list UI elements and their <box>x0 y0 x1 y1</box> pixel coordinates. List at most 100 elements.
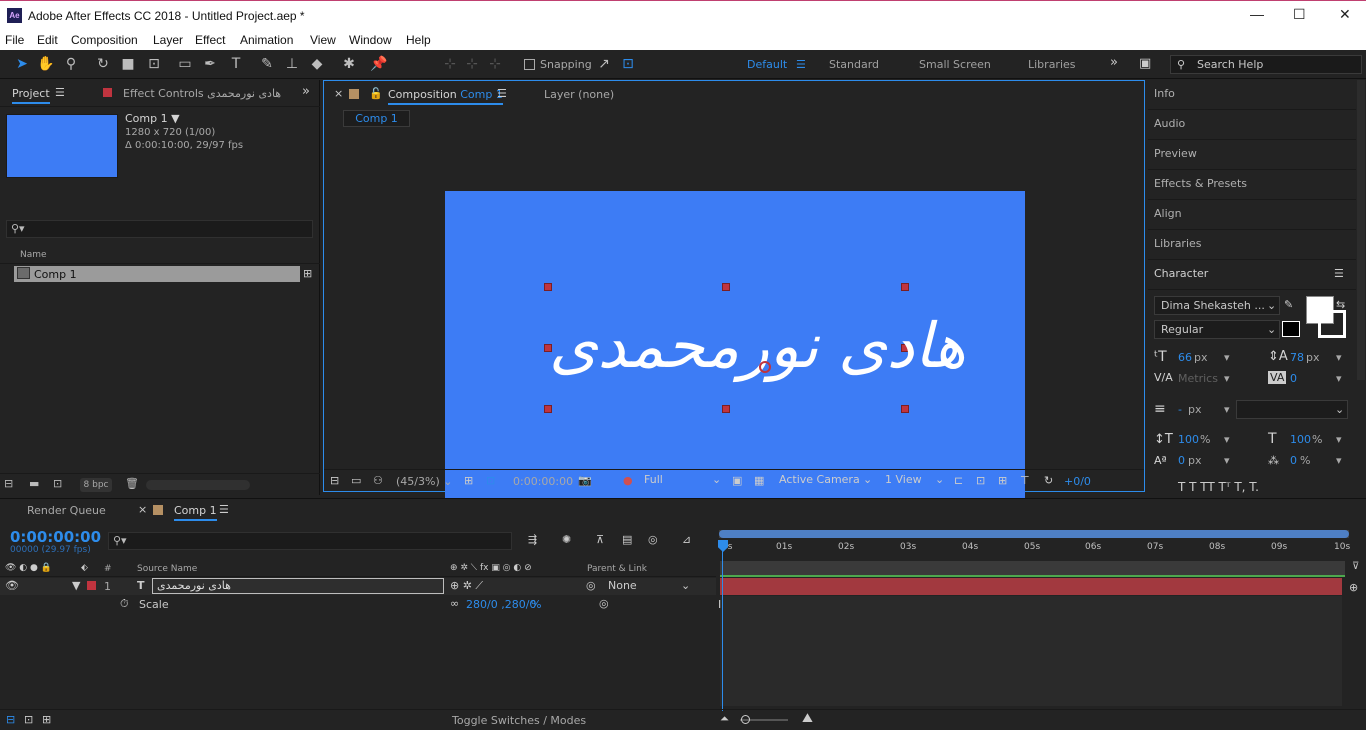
bpc-button[interactable]: 8 bpc <box>80 478 112 492</box>
parent-dropdown[interactable]: None ⌄ <box>608 579 692 594</box>
layer-duration-bar[interactable] <box>720 578 1342 595</box>
workspace-libraries[interactable]: Libraries <box>1028 58 1076 71</box>
fast-preview-icon[interactable]: ▣ <box>732 474 742 487</box>
stroke-color-swatch[interactable] <box>1318 310 1346 338</box>
more-workspaces-icon[interactable]: » <box>1110 55 1118 70</box>
roto-brush-tool-icon[interactable]: ✱ <box>340 55 358 73</box>
fast-preview-icon-2[interactable]: ⊡ <box>976 474 985 487</box>
snap-edges-icon[interactable]: ↗ <box>595 55 613 73</box>
region-of-interest-icon[interactable]: ⊞ <box>464 474 473 487</box>
axis-world-icon[interactable]: ⊹ <box>463 55 481 73</box>
shy-layers-icon[interactable]: ⊼ <box>596 533 604 546</box>
eyedropper-icon[interactable]: ✎ <box>1284 298 1293 311</box>
tab-timeline-comp[interactable]: Comp 1 <box>174 504 217 521</box>
comp-marker-icon[interactable]: ⊽ <box>1352 561 1362 573</box>
menu-animation[interactable]: Animation <box>240 33 293 47</box>
visibility-eye-icon[interactable]: 👁 <box>5 579 19 592</box>
tab-render-queue[interactable]: Render Queue <box>27 504 106 517</box>
baseline-shift-dropdown-icon[interactable]: ▾ <box>1224 454 1230 467</box>
menu-effect[interactable]: Effect <box>195 33 225 47</box>
zoom-in-icon[interactable]: ⛰ <box>802 711 813 726</box>
horizontal-scale-dropdown-icon[interactable]: ▾ <box>1336 433 1342 446</box>
tab-project[interactable]: Project <box>12 87 50 104</box>
timeline-search-input[interactable]: ⚲▾ <box>108 532 512 550</box>
new-folder-icon[interactable]: ▬ <box>29 477 39 490</box>
layer-name-field[interactable]: هادی نورمحمدی <box>152 578 444 594</box>
scale-value[interactable]: 280/0 ,280/0 <box>466 598 536 611</box>
font-size-value[interactable]: 66 <box>1178 351 1192 364</box>
label-column-icon[interactable]: ⬖ <box>81 563 88 573</box>
show-channel-icon[interactable]: ● <box>623 474 633 487</box>
timeline-track-area[interactable] <box>720 596 1342 706</box>
property-pick-whip-icon[interactable]: ◎ <box>599 597 609 610</box>
libraries-panel-header[interactable]: Libraries <box>1148 230 1356 260</box>
pen-tool-icon[interactable]: ✒ <box>201 55 219 73</box>
project-search-input[interactable]: ⚲▾ <box>6 220 313 238</box>
swap-colors-icon[interactable]: ⇆ <box>1336 298 1345 311</box>
align-panel-header[interactable]: Align <box>1148 200 1356 230</box>
snap-features-icon[interactable]: ⊡ <box>619 55 637 73</box>
axis-view-icon[interactable]: ⊹ <box>486 55 504 73</box>
snapshot-icon[interactable]: 📷 <box>578 474 592 487</box>
font-style-dropdown[interactable]: Regular ⌄ <box>1154 320 1280 339</box>
flowchart-icon[interactable]: ⊤ <box>1020 474 1030 487</box>
layer-label-color[interactable] <box>87 581 96 590</box>
timeline-icon[interactable]: ⊞ <box>998 474 1007 487</box>
camera-tool-icon[interactable]: ■ <box>119 55 137 73</box>
menu-help[interactable]: Help <box>406 33 431 47</box>
comp-mini-flowchart-icon[interactable]: ⇶ <box>528 533 537 546</box>
workspace-default[interactable]: Default <box>747 58 787 71</box>
leading-value[interactable]: 78 <box>1290 351 1304 364</box>
text-layer-preview[interactable]: هادی نورمحمدی <box>549 291 966 411</box>
frame-blending-icon[interactable]: ▤ <box>622 533 632 546</box>
new-comp-icon[interactable]: ⊡ <box>53 477 62 490</box>
audio-panel-header[interactable]: Audio <box>1148 110 1356 140</box>
brush-tool-icon[interactable]: ✎ <box>258 55 276 73</box>
kerning-dropdown-icon[interactable]: ▾ <box>1224 372 1230 385</box>
interpret-footage-icon[interactable]: ⊟ <box>4 477 13 490</box>
menu-composition[interactable]: Composition <box>71 33 138 47</box>
menu-window[interactable]: Window <box>349 33 392 47</box>
puppet-tool-icon[interactable]: 📌 <box>370 55 388 73</box>
transparency-grid-icon[interactable]: ⊡ <box>486 474 495 487</box>
selection-tool-icon[interactable]: ➤ <box>13 55 31 73</box>
black-white-swatch[interactable] <box>1282 321 1300 337</box>
timeline-timecode[interactable]: 0:00:00:00 <box>10 528 101 546</box>
menu-edit[interactable]: Edit <box>37 33 58 47</box>
lock-icon[interactable]: 🔓 <box>369 87 383 100</box>
zoom-out-icon[interactable]: ⏶ <box>720 712 729 726</box>
type-tool-icon[interactable]: T <box>227 55 245 73</box>
layer-switches-icons[interactable]: ⊕ ✲ ⟋ <box>450 579 483 593</box>
project-item-comp1[interactable]: Comp 1 <box>14 266 300 282</box>
stopwatch-icon[interactable]: ⏱ <box>120 597 129 611</box>
tracking-value[interactable]: 0 <box>1290 372 1297 385</box>
minimize-button[interactable]: — <box>1250 6 1264 22</box>
work-area-bar[interactable] <box>719 530 1349 538</box>
close-tab-icon[interactable]: × <box>334 87 343 100</box>
thumbnail-slider[interactable] <box>146 480 250 490</box>
comp-name-dropdown[interactable]: Comp 1 ▼ <box>125 112 180 125</box>
menu-file[interactable]: File <box>5 33 24 47</box>
tsume-dropdown-icon[interactable]: ▾ <box>1336 454 1342 467</box>
tab-composition[interactable]: Composition Comp 1 <box>388 88 503 105</box>
exposure-value[interactable]: +0/0 <box>1064 475 1091 488</box>
motion-blur-icon[interactable]: ◎ <box>648 533 658 546</box>
eraser-tool-icon[interactable]: ◆ <box>308 55 326 73</box>
expand-layer-icon[interactable]: ▼ <box>72 579 80 592</box>
character-menu-icon[interactable]: ☰ <box>1334 267 1344 280</box>
horizontal-scale-value[interactable]: 100 <box>1290 433 1311 446</box>
layer-row[interactable]: 👁 ▼ 1 T هادی نورمحمدی ⊕ ✲ ⟋ ◎ None ⌄ <box>0 578 716 595</box>
layer-marker-icon[interactable]: ⊕ <box>1349 581 1358 594</box>
menu-layer[interactable]: Layer <box>153 33 183 47</box>
resolution-dropdown[interactable]: Full ⌄ <box>644 473 724 489</box>
workspace-panel-icon[interactable]: ▣ <box>1139 56 1151 71</box>
close-button[interactable]: ✕ <box>1339 6 1351 23</box>
font-family-dropdown[interactable]: Dima Shekasteh ... ⌄ <box>1154 296 1280 315</box>
monitor-icon[interactable]: ▭ <box>351 474 361 487</box>
menu-view[interactable]: View <box>310 33 336 47</box>
comp-breadcrumb[interactable]: Comp 1 <box>343 110 410 127</box>
workspace-small-screen[interactable]: Small Screen <box>919 58 991 71</box>
snapping-checkbox[interactable] <box>524 59 535 70</box>
transform-handle[interactable] <box>901 283 909 291</box>
kerning-value[interactable]: Metrics <box>1178 372 1218 385</box>
